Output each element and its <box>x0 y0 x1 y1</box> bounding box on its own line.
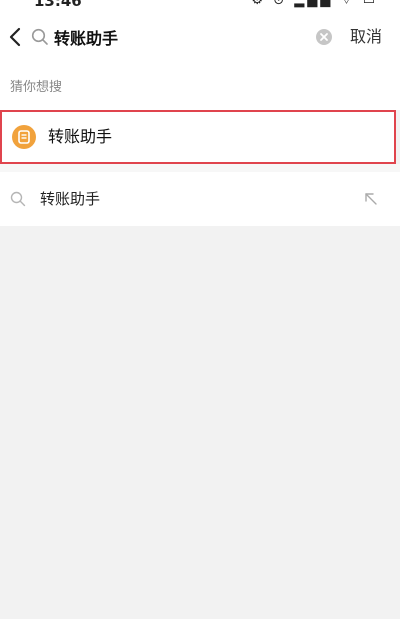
fill-arrow-icon[interactable] <box>362 190 380 208</box>
back-icon[interactable] <box>4 24 26 50</box>
search-icon <box>30 26 50 48</box>
history-label: 转账助手 <box>40 190 101 208</box>
status-icons: ⚙ ⊙ ▂▄▆ ⌔ ▭ <box>251 0 378 8</box>
status-bar: 13:46 ⚙ ⊙ ▂▄▆ ⌔ ▭ <box>0 0 400 14</box>
cancel-button[interactable]: 取消 <box>350 24 382 50</box>
search-icon <box>10 191 26 207</box>
history-item[interactable]: 转账助手 <box>0 172 400 226</box>
suggestions-section: 猜你想搜 <box>0 60 400 110</box>
suggestions-title: 猜你想搜 <box>10 80 63 95</box>
status-time: 13:46 <box>34 0 82 10</box>
search-input[interactable] <box>54 22 294 52</box>
transfer-app-icon <box>12 125 36 149</box>
suggestion-label: 转账助手 <box>48 127 113 146</box>
divider <box>0 164 400 172</box>
clear-icon[interactable] <box>315 28 333 46</box>
search-header: 取消 <box>0 14 400 60</box>
suggestion-item[interactable]: 转账助手 <box>0 110 396 164</box>
